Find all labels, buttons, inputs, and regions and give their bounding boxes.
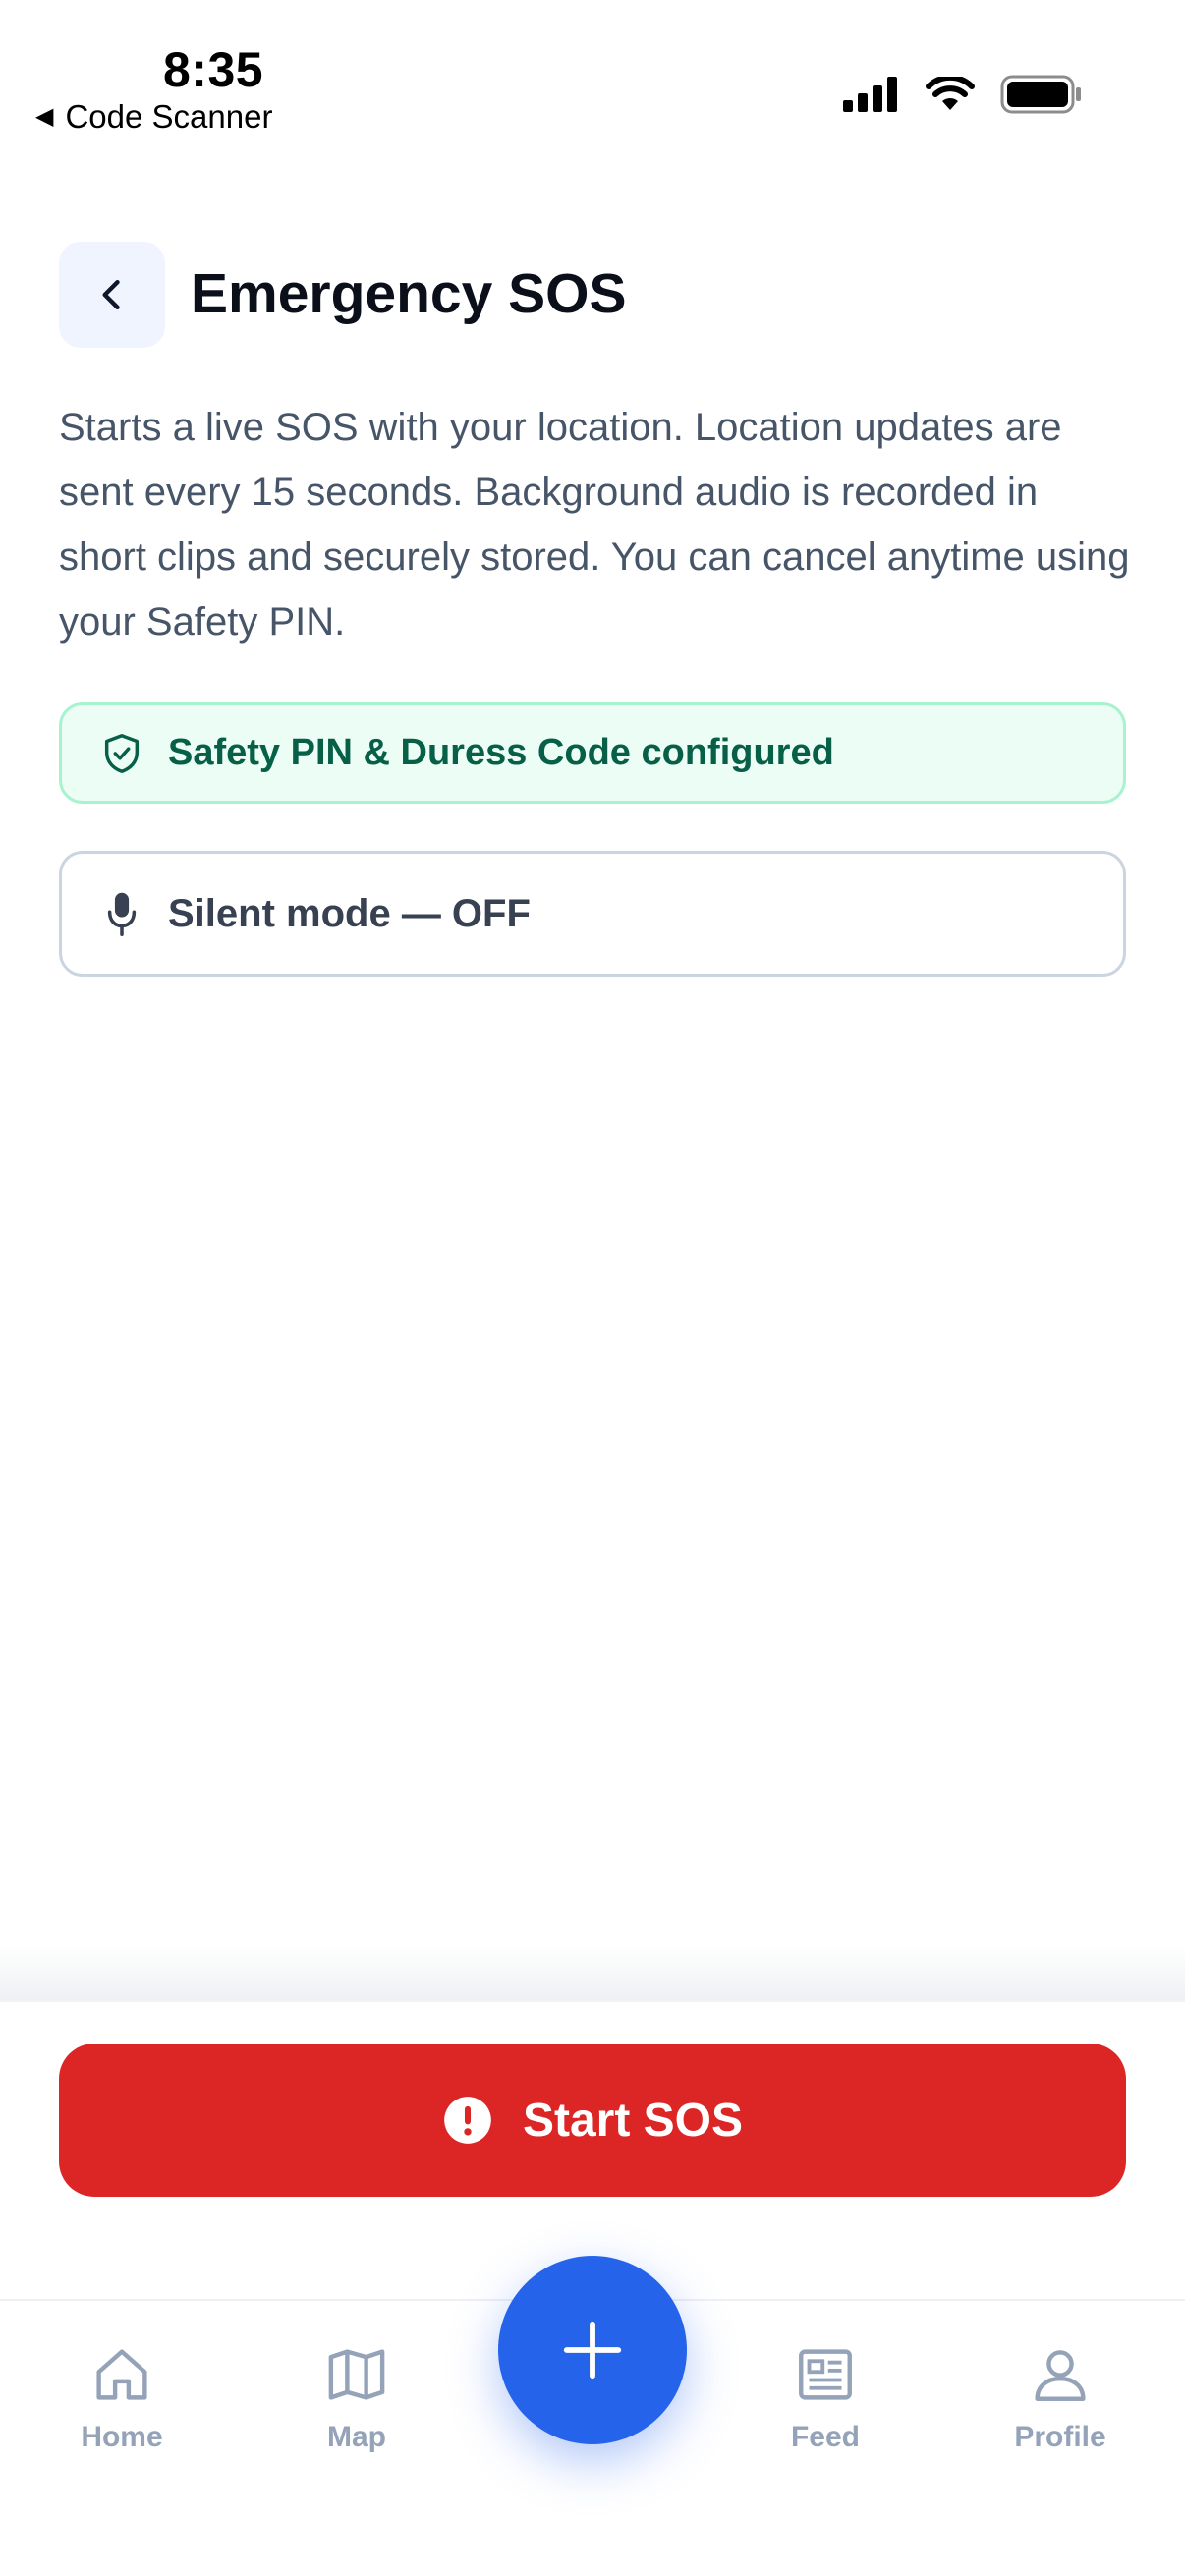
add-report-button[interactable] xyxy=(498,2256,687,2444)
page-title: Emergency SOS xyxy=(191,262,627,325)
home-icon xyxy=(96,2349,147,2400)
battery-icon xyxy=(1000,75,1081,114)
cellular-signal-icon xyxy=(843,77,897,112)
tab-profile-label: Profile xyxy=(1014,2421,1106,2453)
sos-description: Starts a live SOS with your location. Lo… xyxy=(59,406,1130,644)
tab-home-label: Home xyxy=(81,2421,163,2453)
start-sos-button[interactable]: Start SOS xyxy=(59,2044,1126,2197)
status-icons xyxy=(843,75,1083,114)
start-sos-label: Start SOS xyxy=(522,2094,744,2147)
newspaper-icon xyxy=(799,2349,852,2400)
tab-home[interactable]: Home xyxy=(38,2342,205,2454)
safety-pin-status-badge: Safety PIN & Duress Code configured xyxy=(59,702,1126,804)
plus-icon xyxy=(563,2321,622,2380)
status-time: 8:35 xyxy=(163,42,264,97)
tab-feed[interactable]: Feed xyxy=(742,2342,909,2454)
silent-mode-toggle[interactable]: Silent mode — OFF xyxy=(59,851,1126,977)
tab-feed-label: Feed xyxy=(790,2421,861,2453)
back-to-app-label: Code Scanner xyxy=(65,98,273,135)
back-triangle-icon: ◀ xyxy=(35,103,54,130)
tab-map[interactable]: Map xyxy=(273,2342,440,2454)
microphone-icon xyxy=(107,892,137,936)
alert-circle-icon xyxy=(444,2097,491,2144)
map-icon xyxy=(328,2349,385,2400)
back-button[interactable] xyxy=(59,242,165,348)
back-to-app-link[interactable]: ◀ Code Scanner xyxy=(35,98,272,136)
shield-check-icon xyxy=(104,733,140,773)
action-area-shadow xyxy=(0,1945,1185,2000)
tab-map-label: Map xyxy=(327,2421,386,2453)
tab-profile[interactable]: Profile xyxy=(977,2342,1144,2454)
chevron-left-icon xyxy=(102,279,120,310)
safety-pin-status-label: Safety PIN & Duress Code configured xyxy=(168,732,834,773)
silent-mode-label: Silent mode — OFF xyxy=(168,891,531,935)
user-icon xyxy=(1035,2350,1086,2401)
emergency-sos-screen: 8:35 ◀ Code Scanner Emergency SOS Starts… xyxy=(0,0,1185,2576)
wifi-icon xyxy=(926,77,975,110)
